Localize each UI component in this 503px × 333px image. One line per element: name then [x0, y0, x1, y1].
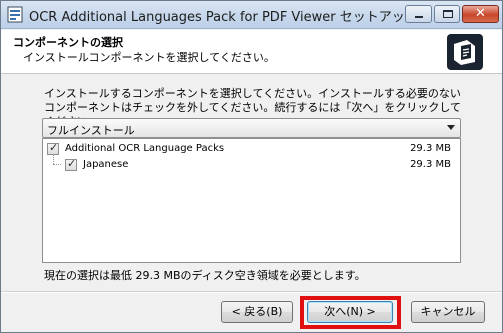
- title-bar[interactable]: OCR Additional Languages Pack for PDF Vi…: [1, 1, 502, 29]
- installer-window: OCR Additional Languages Pack for PDF Vi…: [0, 0, 503, 333]
- component-checkbox[interactable]: ✓: [47, 141, 59, 155]
- checkmark-icon: ✓: [67, 157, 77, 170]
- disk-space-note: 現在の選択は最低 29.3 MBのディスク空き領域を必要とします。: [44, 269, 366, 282]
- install-type-value: フルインストール: [47, 124, 135, 137]
- installer-app-icon: [7, 6, 23, 23]
- component-checkbox[interactable]: ✓: [65, 157, 77, 171]
- minimize-icon: [415, 16, 423, 18]
- install-type-dropdown[interactable]: フルインストール: [42, 118, 461, 138]
- page-subtitle: インストールコンポーネントを選択してください。: [23, 51, 275, 64]
- close-icon: ✕: [475, 6, 486, 21]
- minimize-button[interactable]: [405, 5, 432, 23]
- maximize-icon: [443, 10, 453, 18]
- component-size: 29.3 MB: [410, 143, 451, 154]
- component-size: 29.3 MB: [410, 159, 451, 170]
- chevron-down-icon: [447, 125, 455, 130]
- cancel-button[interactable]: キャンセル: [411, 301, 485, 323]
- checkmark-icon: ✓: [49, 141, 59, 154]
- page-header: コンポーネントの選択 インストールコンポーネントを選択してください。: [1, 30, 502, 74]
- component-row[interactable]: ✓ Additional OCR Language Packs 29.3 MB: [47, 141, 457, 157]
- close-button[interactable]: ✕: [462, 5, 499, 23]
- component-label: Additional OCR Language Packs: [65, 143, 225, 154]
- component-row[interactable]: ✓ Japanese 29.3 MB: [47, 157, 457, 173]
- installer-logo-icon: [447, 34, 483, 70]
- component-tree[interactable]: ✓ Additional OCR Language Packs 29.3 MB …: [42, 138, 461, 263]
- page-title: コンポーネントの選択: [13, 36, 123, 49]
- component-label: Japanese: [83, 159, 129, 170]
- maximize-button[interactable]: [434, 5, 460, 23]
- back-button[interactable]: < 戻る(B): [221, 301, 293, 323]
- next-button-highlight: [300, 296, 401, 329]
- footer-divider: [1, 291, 502, 293]
- window-title: OCR Additional Languages Pack for PDF Vi…: [29, 10, 418, 25]
